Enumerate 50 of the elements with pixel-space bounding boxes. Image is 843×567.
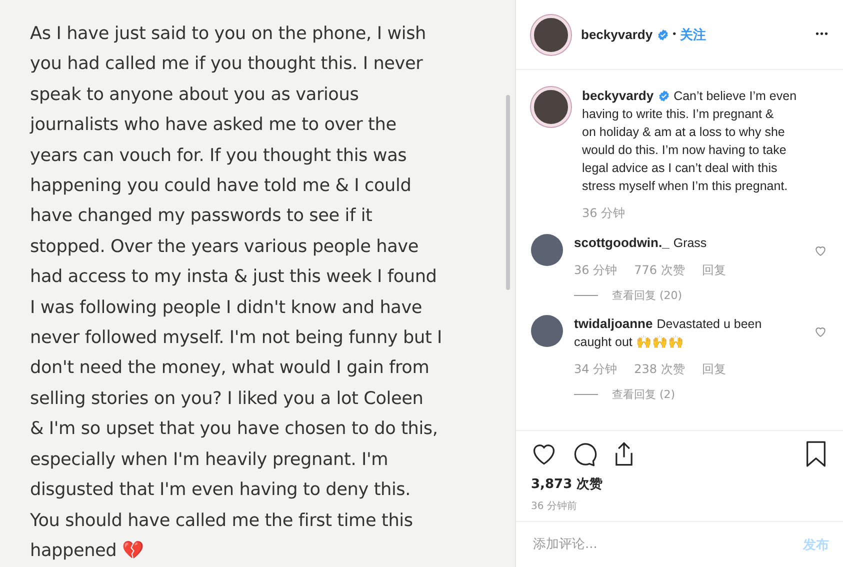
like-count: 238 次赞 (634, 361, 685, 378)
note-text-line: you had called me if you thought this. I never (30, 53, 424, 76)
avatar[interactable] (531, 87, 571, 127)
username[interactable]: scottgoodwin._ (574, 234, 670, 252)
view-replies-link[interactable]: 查看回复 (20) (612, 288, 682, 303)
comment-text-line: Devastated u been (656, 316, 762, 333)
note-text-line: don't need the money, what would I gain from (30, 357, 430, 380)
username[interactable]: twidaljoanne (574, 315, 653, 333)
avatar[interactable] (531, 234, 563, 266)
note-text-line: happening you could have told me & I could (30, 175, 412, 198)
like-count: 776 次赞 (634, 262, 685, 279)
reply-link[interactable]: 回复 (702, 262, 726, 279)
note-text-line: selling stories on you? I liked you a lot Coleen (30, 388, 424, 411)
note-text-line: & I'm so upset that you have chosen to do this, (30, 418, 439, 442)
caption-text-line: on holiday & am at a loss to why she (582, 124, 786, 141)
avatar[interactable] (531, 14, 571, 54)
note-text-line: You should have called me the first time this (30, 510, 414, 532)
separator-dot: • (672, 29, 676, 40)
note-text-line: stopped. Over the years various people have (30, 236, 420, 259)
note-text-line: have changed my passwords to see if it (30, 205, 374, 228)
note-text-line: speak to anyone about you as various (30, 84, 360, 107)
note-text-line: journalists who have asked me to over the (30, 114, 398, 138)
caption-text-line: legal advice as I can’t deal with this (582, 160, 778, 177)
timestamp: 36 分钟 (582, 205, 626, 222)
note-text-line: had access to my insta & just this week I found (30, 266, 438, 290)
like-count: 3,873 次赞 (531, 476, 604, 493)
view-replies-link[interactable]: 查看回复 (2) (612, 387, 676, 402)
caption-text-line: Can’t believe I’m even (674, 88, 797, 105)
comment-input[interactable]: 添加评论... (531, 536, 803, 553)
username[interactable]: beckyvardy (581, 27, 653, 42)
avatar[interactable] (531, 315, 563, 347)
follow-link[interactable]: 关注 (680, 26, 706, 44)
note-text-line: happened 💔 (30, 540, 145, 563)
caption-text-line: would do this. I’m now having to take (582, 142, 788, 159)
note-text-line: disgusted that I'm even having to deny this. (30, 479, 412, 502)
timestamp: 36 分钟 (574, 262, 618, 279)
note-text-line: especially when I'm heavily pregnant. I'm (30, 448, 390, 472)
timestamp: 34 分钟 (574, 361, 618, 378)
comment-text-line: caught out 🙌🙌🙌 (574, 334, 685, 351)
username[interactable]: beckyvardy (582, 87, 654, 105)
reply-link[interactable]: 回复 (702, 361, 726, 378)
note-text-line: years can vouch for. If you thought this was (30, 144, 408, 168)
caption-text-line: stress myself when I’m this pregnant. (582, 178, 789, 195)
note-text-line: I was following people I didn't know and have (30, 296, 424, 320)
post-time: 36 分钟前 (531, 500, 578, 513)
more-options[interactable]: ••• (815, 29, 829, 40)
comment-text-line: Grass (673, 235, 707, 252)
note-text-line: As I have just said to you on the phone, I wish (30, 23, 427, 46)
note-text-line: never followed myself. I'm not being funny but I (30, 327, 444, 350)
caption-text-line: having to write this. I’m pregnant & (582, 106, 775, 123)
